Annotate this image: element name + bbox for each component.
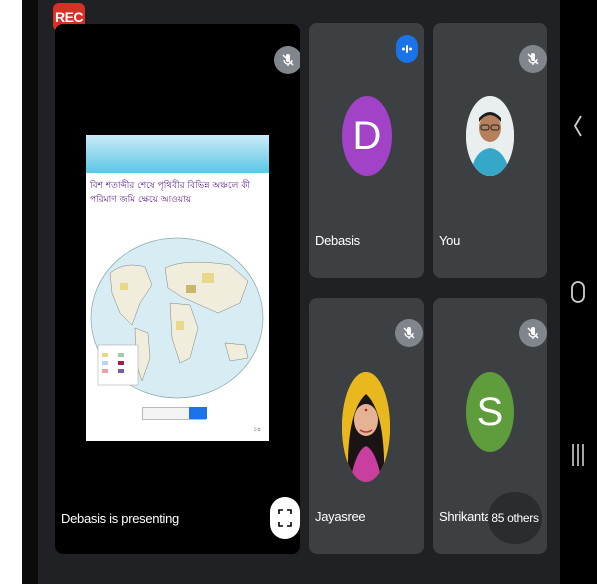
avatar-debasis: D <box>342 96 392 176</box>
world-map-image <box>90 233 265 403</box>
shared-slide: বিশ শতাব্দীর শেষে পৃথিবীর বিভিন্ন অঞ্চলে… <box>86 135 269 441</box>
participant-tile-debasis[interactable]: D Debasis <box>309 23 424 278</box>
participant-name: Shrikanta <box>439 509 492 524</box>
fullscreen-button[interactable] <box>270 497 300 539</box>
participant-name: Jayasree <box>315 509 366 524</box>
avatar-letter: S <box>476 389 504 434</box>
mic-off-icon <box>519 45 547 73</box>
avatar-letter: D <box>352 113 382 158</box>
slide-page-number: ১৪ <box>253 427 261 433</box>
participant-tile-you[interactable]: You <box>433 23 547 278</box>
mic-off-icon <box>395 319 423 347</box>
participant-name: You <box>439 233 461 248</box>
presenter-label: Debasis is presenting <box>61 511 179 526</box>
mic-off-icon <box>519 319 547 347</box>
slide-banner <box>86 135 269 173</box>
participant-name: Debasis <box>315 233 360 248</box>
others-count-button[interactable]: 85 others <box>488 492 542 544</box>
fullscreen-icon <box>278 509 292 527</box>
recents-icon[interactable] <box>570 440 586 470</box>
avatar-shrikanta: S <box>466 372 514 452</box>
speaking-indicator-icon <box>396 35 418 63</box>
back-icon[interactable] <box>571 112 585 140</box>
slide-title: বিশ শতাব্দীর শেষে পৃথিবীর বিভিন্ন অঞ্চলে… <box>90 181 251 205</box>
participant-tile-jayasree[interactable]: Jayasree <box>309 298 424 554</box>
home-icon[interactable] <box>569 278 587 306</box>
avatar-jayasree <box>342 372 390 482</box>
mic-off-icon <box>274 46 300 74</box>
avatar-you <box>466 96 514 176</box>
slide-button <box>189 407 207 419</box>
